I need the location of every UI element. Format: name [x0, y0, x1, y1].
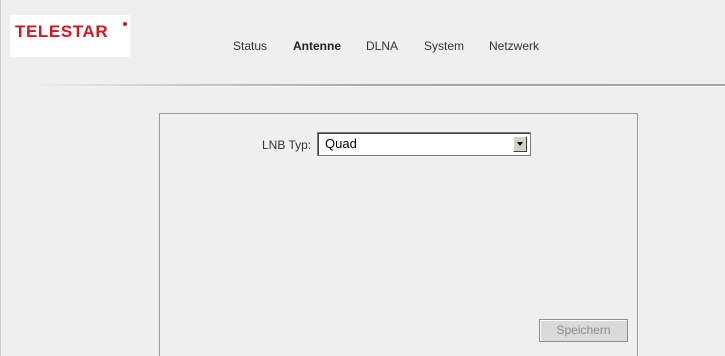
nav-item-status[interactable]: Status [233, 38, 267, 54]
telestar-logo: TELESTAR [10, 15, 130, 57]
logo-wordmark: TELESTAR [15, 22, 109, 41]
lnb-type-select[interactable]: Quad [317, 132, 531, 156]
nav-item-antenne[interactable]: Antenne [293, 38, 341, 54]
lnb-type-value: Quad [325, 136, 357, 151]
nav-item-dlna[interactable]: DLNA [366, 38, 398, 54]
dropdown-button[interactable] [513, 136, 527, 152]
nav-item-system[interactable]: System [424, 38, 464, 54]
antenne-settings-panel: LNB Typ: Quad Speichern [159, 113, 638, 356]
chevron-down-icon [517, 142, 523, 146]
window-edge [0, 0, 1, 356]
nav-item-netzwerk[interactable]: Netzwerk [489, 38, 539, 54]
save-button[interactable]: Speichern [539, 319, 628, 342]
header-divider-highlight [30, 86, 725, 87]
lnb-type-label: LNB Typ: [262, 138, 312, 152]
registered-mark-icon [123, 22, 127, 26]
